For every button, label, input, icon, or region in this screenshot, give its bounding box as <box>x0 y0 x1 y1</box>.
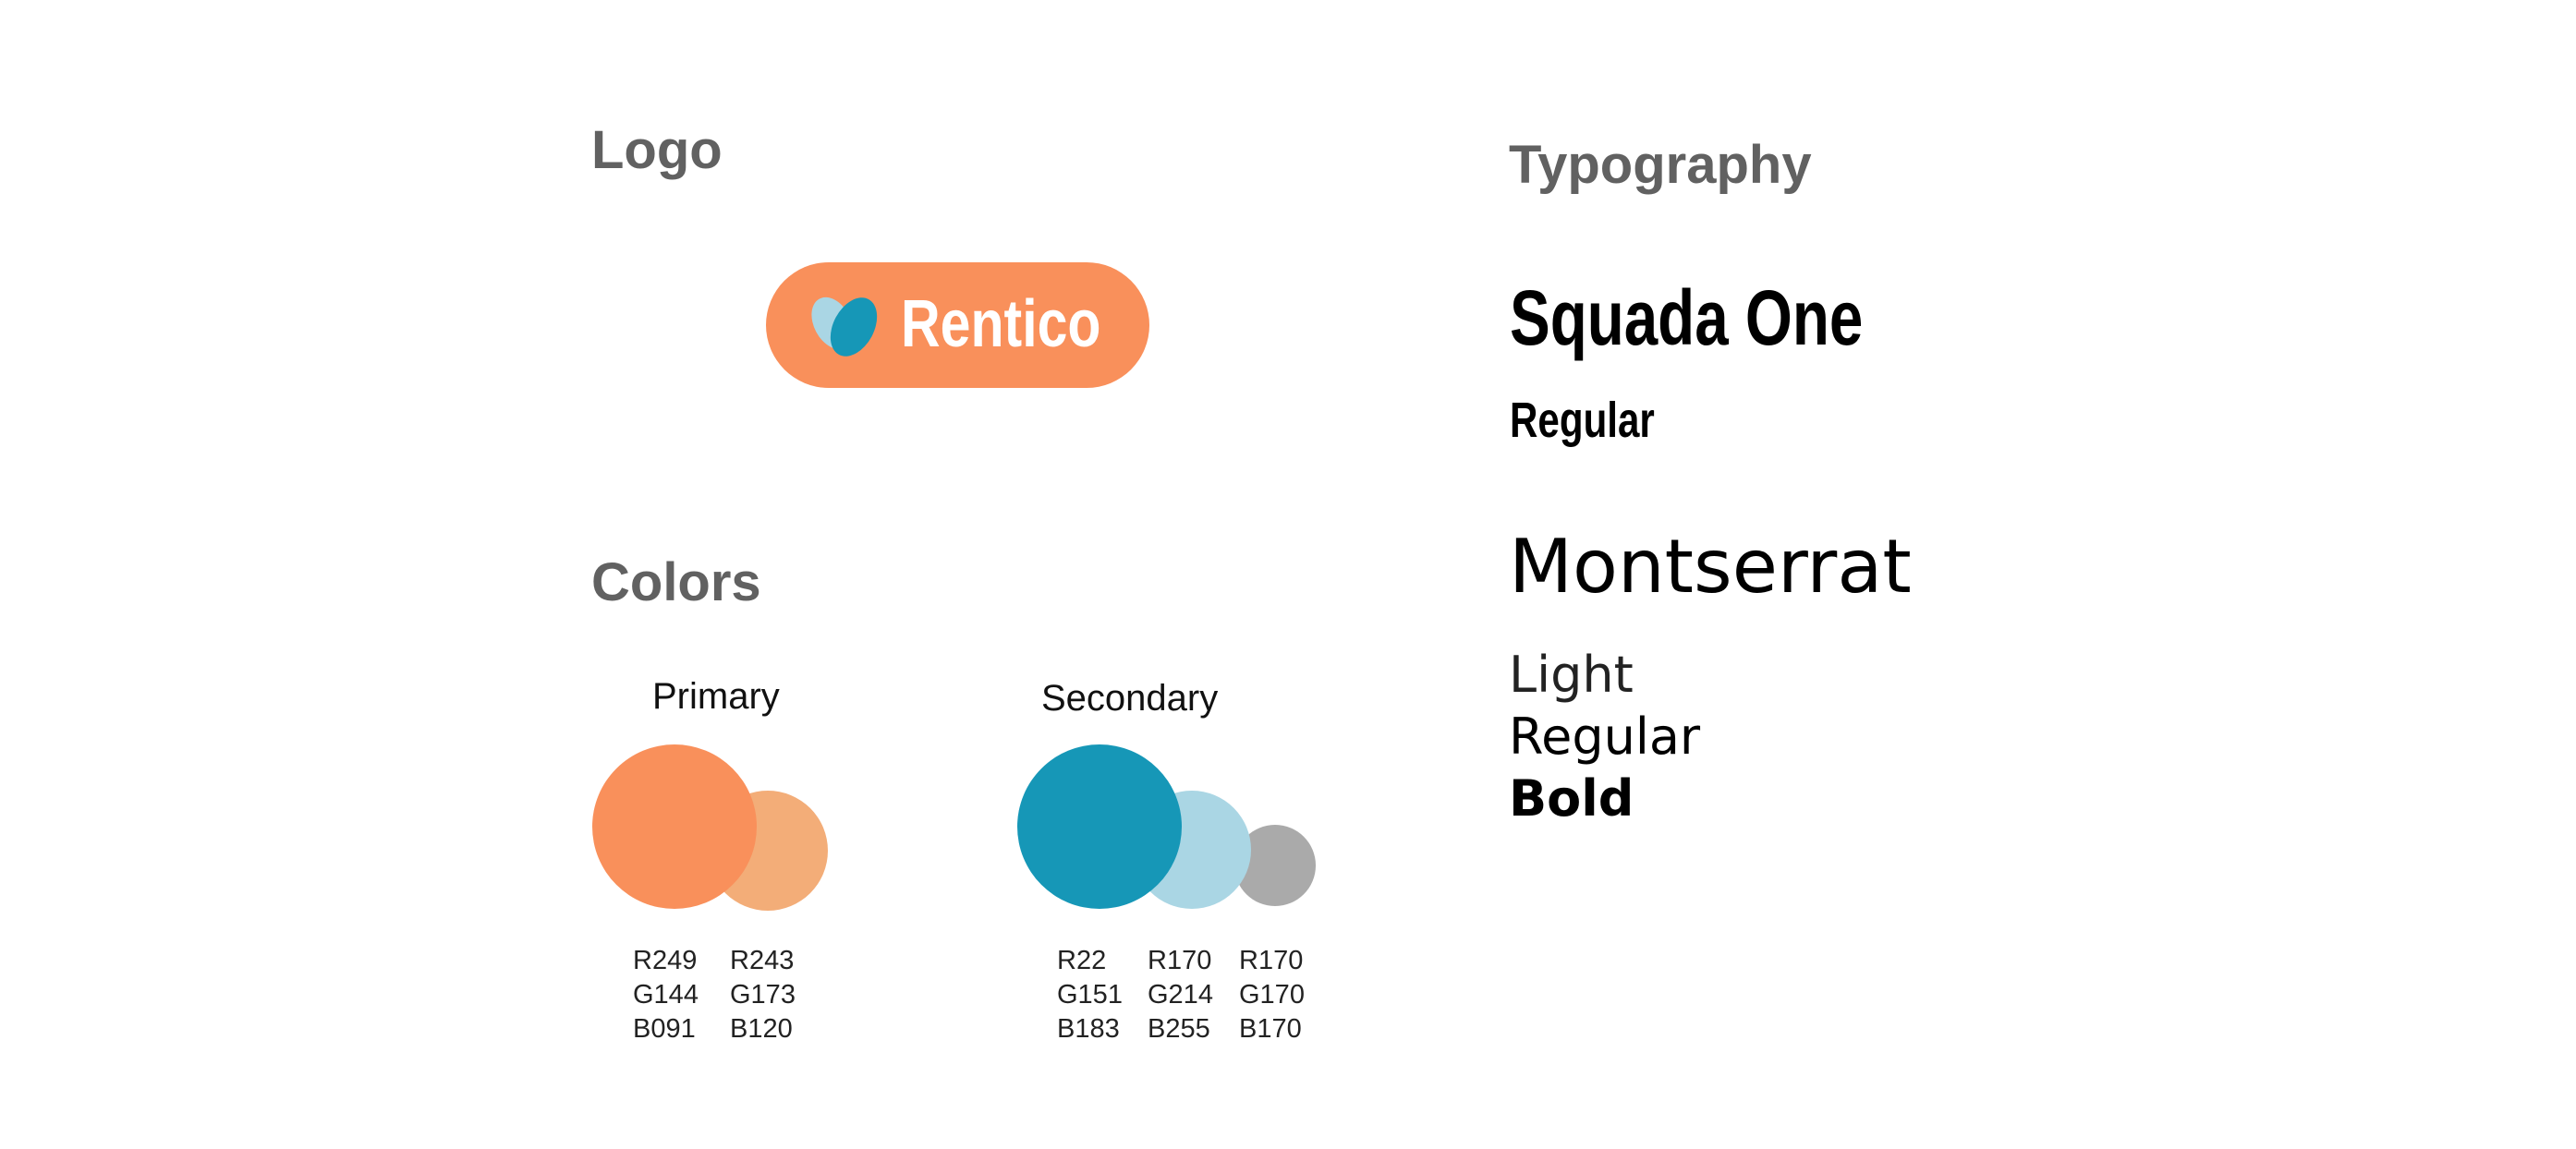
primary-swatch-1 <box>592 744 757 909</box>
body-font-weight-regular: Regular <box>1509 708 1701 766</box>
heart-leaf-logo-icon <box>811 296 878 357</box>
rgb-b: B183 <box>1057 1014 1120 1044</box>
display-font-weight-regular: Regular <box>1510 393 1655 448</box>
rentico-logo: Rentico <box>766 262 1149 388</box>
display-font-name: Squada One <box>1510 274 1864 361</box>
body-font-weight-light: Light <box>1509 646 1634 704</box>
rgb-g: G173 <box>730 980 796 1010</box>
rgb-g: G170 <box>1239 980 1305 1010</box>
logo-wordmark: Rentico <box>901 287 1101 361</box>
primary-swatch-2-rgb: R243 G173 B120 <box>730 944 796 1046</box>
rgb-g: G144 <box>633 980 699 1010</box>
rgb-r: R22 <box>1057 946 1107 975</box>
primary-swatch-1-rgb: R249 G144 B091 <box>633 944 699 1046</box>
secondary-swatch-1 <box>1017 744 1182 909</box>
body-font-name: Montserrat <box>1509 524 1912 610</box>
colors-heading: Colors <box>591 552 761 612</box>
secondary-swatch-1-rgb: R22 G151 B183 <box>1057 944 1123 1046</box>
primary-palette-label: Primary <box>652 676 780 717</box>
rgb-b: B170 <box>1239 1014 1302 1044</box>
rgb-r: R170 <box>1239 946 1304 975</box>
rgb-b: B120 <box>730 1014 793 1044</box>
rgb-b: B091 <box>633 1014 696 1044</box>
rgb-r: R170 <box>1148 946 1212 975</box>
secondary-palette-label: Secondary <box>1041 678 1219 719</box>
rgb-g: G151 <box>1057 980 1123 1010</box>
rgb-r: R249 <box>633 946 698 975</box>
typography-heading: Typography <box>1509 135 1812 195</box>
rgb-b: B255 <box>1148 1014 1210 1044</box>
body-font-weight-bold: Bold <box>1509 769 1634 828</box>
rgb-r: R243 <box>730 946 795 975</box>
rgb-g: G214 <box>1148 980 1213 1010</box>
secondary-swatch-2-rgb: R170 G214 B255 <box>1148 944 1213 1046</box>
logo-heading: Logo <box>591 120 723 180</box>
secondary-swatch-3-rgb: R170 G170 B170 <box>1239 944 1305 1046</box>
